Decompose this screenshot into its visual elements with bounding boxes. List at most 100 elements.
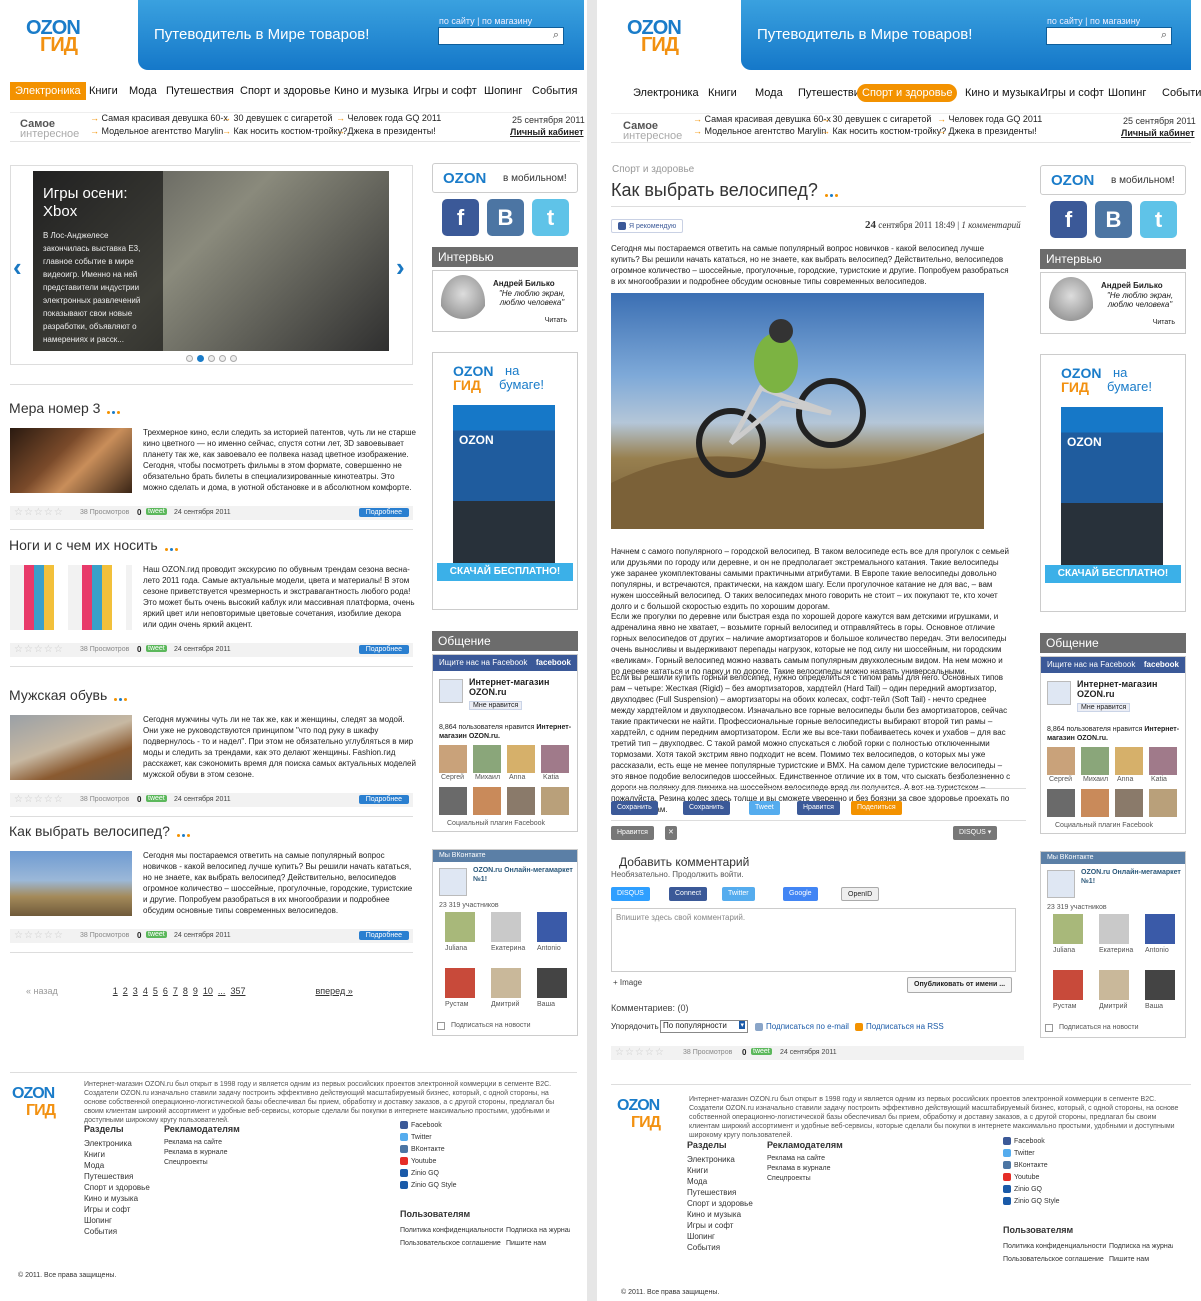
- nav-item[interactable]: Книги: [703, 84, 742, 102]
- footer-social-link[interactable]: Facebook: [1003, 1136, 1060, 1148]
- footer-social-link[interactable]: Zinio GQ: [1003, 1184, 1060, 1196]
- vk-page-name[interactable]: OZON.ru Онлайн-мегамаркет №1!: [1081, 868, 1181, 886]
- nav-item[interactable]: Шопинг: [1103, 84, 1151, 102]
- add-image-link[interactable]: + Image: [613, 978, 642, 987]
- interview-widget[interactable]: Андрей Билько "Не люблю экран, люблю чело…: [432, 270, 578, 332]
- nav-item[interactable]: Путешествия: [161, 82, 239, 100]
- footer-link[interactable]: Спецпроекты: [164, 1158, 240, 1168]
- search-input[interactable]: ⌕: [1046, 27, 1172, 45]
- fb-fan-avatar[interactable]: [439, 745, 467, 773]
- search-icon[interactable]: ⌕: [553, 29, 559, 42]
- search-scope-links[interactable]: по сайту | по магазину: [1047, 16, 1140, 26]
- twitter-icon[interactable]: t: [1140, 201, 1177, 238]
- more-button[interactable]: Подробнее: [358, 508, 409, 517]
- login-button[interactable]: Connect: [669, 887, 708, 901]
- footer-link[interactable]: Пользовательское соглашение: [1003, 1253, 1109, 1266]
- article-title[interactable]: Мужская обувь: [9, 687, 128, 704]
- footer-link[interactable]: Кино и музыка: [687, 1209, 753, 1220]
- recommend-button[interactable]: Я рекомендую: [611, 219, 684, 233]
- nav-item[interactable]: Мода: [124, 82, 162, 100]
- publish-button[interactable]: Опубликовать от имени ...: [907, 977, 1013, 993]
- footer-link[interactable]: Спорт и здоровье: [84, 1182, 150, 1193]
- fb-fan-avatar[interactable]: [507, 787, 535, 815]
- footer-social-link[interactable]: Zinio GQ Style: [400, 1180, 457, 1192]
- share-button[interactable]: Tweet: [749, 801, 780, 815]
- vk-member-avatar[interactable]: [491, 912, 521, 942]
- page-link[interactable]: 4: [143, 986, 148, 996]
- comments-link[interactable]: 1 комментарий: [961, 220, 1020, 230]
- fb-fan-avatar[interactable]: [439, 787, 467, 815]
- footer-link[interactable]: Книги: [84, 1149, 150, 1160]
- footer-social-link[interactable]: ВКонтакте: [1003, 1160, 1060, 1172]
- article-thumbnail[interactable]: [10, 715, 132, 780]
- page-link[interactable]: 5: [153, 986, 158, 996]
- footer-link[interactable]: Шопинг: [84, 1215, 150, 1226]
- facebook-icon[interactable]: f: [442, 199, 479, 236]
- fb-fan-avatar[interactable]: [1149, 789, 1177, 817]
- fb-fan-avatar[interactable]: [473, 787, 501, 815]
- share-button[interactable]: Нравится: [797, 801, 840, 815]
- footer-link[interactable]: Электроника: [687, 1154, 753, 1165]
- interview-read-link[interactable]: Читать: [545, 317, 567, 324]
- fb-fan-avatar[interactable]: [1081, 789, 1109, 817]
- slider-prev-arrow[interactable]: ‹: [13, 252, 22, 283]
- tweet-badge[interactable]: tweet: [751, 1048, 772, 1055]
- footer-link[interactable]: Шопинг: [687, 1231, 753, 1242]
- page-link[interactable]: 357: [230, 986, 245, 996]
- slider-title[interactable]: Игры осени: Xbox: [43, 185, 153, 221]
- disqus-menu[interactable]: DISQUS ▾: [953, 826, 998, 840]
- footer-link[interactable]: Электроника: [84, 1138, 150, 1149]
- page-link[interactable]: 2: [123, 986, 128, 996]
- strip-link[interactable]: Джека в президенты!: [336, 126, 436, 136]
- footer-link[interactable]: Пишите нам: [1109, 1253, 1173, 1266]
- footer-social-link[interactable]: Facebook: [400, 1120, 457, 1132]
- search-icon[interactable]: ⌕: [1161, 29, 1167, 42]
- footer-link[interactable]: Мода: [687, 1176, 753, 1187]
- strip-link[interactable]: Самая красивая девушка 60-х: [90, 113, 228, 123]
- nav-item[interactable]: Мода: [750, 84, 788, 102]
- vk-member-avatar[interactable]: [1145, 914, 1175, 944]
- dislike-icon[interactable]: ✕: [665, 826, 677, 840]
- fb-fan-avatar[interactable]: [541, 745, 569, 773]
- login-button[interactable]: Twitter: [722, 887, 755, 901]
- slider-image[interactable]: Игры осени: Xbox В Лос-Анджелесе закончил…: [33, 171, 389, 351]
- login-button[interactable]: OpenID: [841, 887, 880, 901]
- strip-link[interactable]: 30 девушек с сигаретой: [222, 113, 333, 123]
- download-free-button[interactable]: СКАЧАЙ БЕСПЛАТНО!: [437, 563, 573, 581]
- footer-link[interactable]: Игры и софт: [84, 1204, 150, 1215]
- interview-read-link[interactable]: Читать: [1153, 319, 1175, 326]
- vk-member-avatar[interactable]: [537, 912, 567, 942]
- strip-link[interactable]: Человек года GQ 2011: [937, 114, 1043, 124]
- fb-page-name[interactable]: Интернет-магазин OZON.ru: [469, 677, 569, 697]
- strip-link[interactable]: Как носить костюм-тройку?: [222, 126, 348, 136]
- footer-social-link[interactable]: Twitter: [400, 1132, 457, 1144]
- slider-next-arrow[interactable]: ›: [396, 252, 405, 283]
- footer-social-link[interactable]: ВКонтакте: [400, 1144, 457, 1156]
- ozon-logo[interactable]: OZON ГИД: [627, 18, 682, 55]
- twitter-icon[interactable]: t: [532, 199, 569, 236]
- tweet-badge[interactable]: tweet: [146, 645, 167, 652]
- strip-link[interactable]: Человек года GQ 2011: [336, 113, 442, 123]
- fb-fan-avatar[interactable]: [473, 745, 501, 773]
- subscribe-rss-link[interactable]: Подписаться на RSS: [855, 1022, 944, 1031]
- comment-textarea[interactable]: Впишите здесь свой комментарий.: [611, 908, 1016, 972]
- vk-member-avatar[interactable]: [445, 912, 475, 942]
- tweet-badge[interactable]: tweet: [146, 795, 167, 802]
- article-title[interactable]: Как выбрать велосипед?: [9, 823, 191, 840]
- footer-link[interactable]: Путешествия: [84, 1171, 150, 1182]
- page-link[interactable]: 9: [193, 986, 198, 996]
- footer-link[interactable]: Спорт и здоровье: [687, 1198, 753, 1209]
- rating-stars[interactable]: ☆☆☆☆☆: [14, 507, 64, 518]
- nav-item[interactable]: События: [1157, 84, 1201, 102]
- nav-item[interactable]: Кино и музыка: [960, 84, 1044, 102]
- vk-subscribe-checkbox[interactable]: [437, 1022, 445, 1030]
- page-link[interactable]: 8: [183, 986, 188, 996]
- vk-subscribe-checkbox[interactable]: [1045, 1024, 1053, 1032]
- footer-social-link[interactable]: Youtube: [1003, 1172, 1060, 1184]
- footer-logo[interactable]: OZON ГИД: [617, 1097, 661, 1131]
- more-button[interactable]: Подробнее: [358, 645, 409, 654]
- footer-logo[interactable]: OZON ГИД: [12, 1085, 56, 1119]
- footer-link[interactable]: Мода: [84, 1160, 150, 1171]
- share-button[interactable]: Сохранить: [611, 801, 658, 815]
- strip-link[interactable]: 30 девушек с сигаретой: [821, 114, 932, 124]
